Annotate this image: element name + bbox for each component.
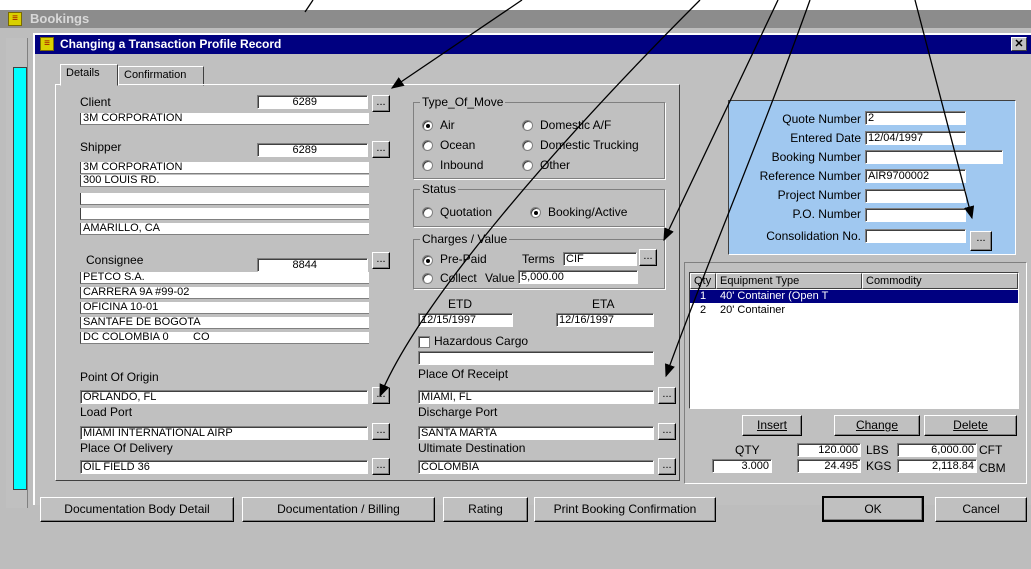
annotation-arrow [663,0,779,242]
annotation-arrow [914,0,975,220]
annotation-arrow [304,0,314,13]
tab-details[interactable]: Details [60,64,118,86]
annotation-arrows-layer [304,0,975,398]
annotation-arrow [665,0,811,378]
annotation-arrow [390,0,523,89]
annotation-arrow [379,0,701,398]
